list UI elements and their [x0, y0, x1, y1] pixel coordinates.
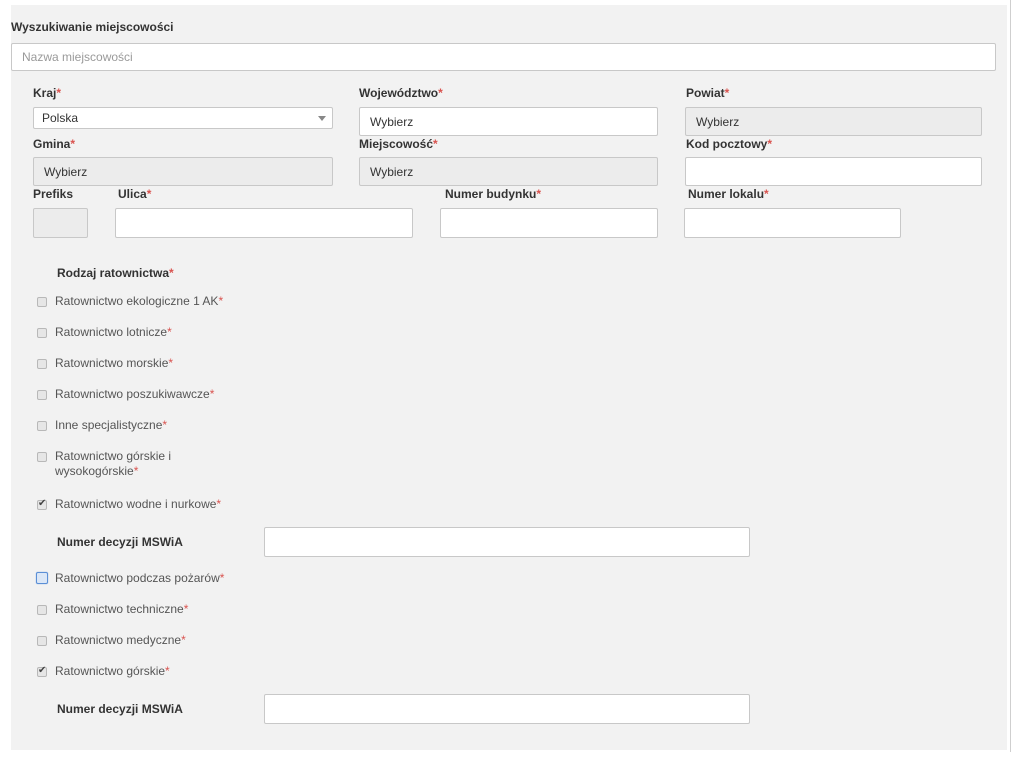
- building-number-input[interactable]: [440, 208, 658, 238]
- search-placeholder: Nazwa miejscowości: [22, 50, 133, 64]
- country-value: Polska: [42, 111, 79, 125]
- unit-number-label: Numer lokalu*: [688, 187, 769, 201]
- voivodeship-select[interactable]: Wybierz: [359, 107, 658, 136]
- commune-label: Gmina*: [33, 137, 76, 151]
- decision-number-label-1: Numer decyzji MSWiA: [57, 535, 183, 549]
- rescue-water-diving-label: Ratownictwo wodne i nurkowe*: [55, 497, 222, 511]
- rescue-ecological-checkbox[interactable]: [37, 297, 47, 307]
- commune-select[interactable]: Wybierz: [33, 157, 333, 186]
- county-value: Wybierz: [696, 114, 740, 129]
- search-title: Wyszukiwanie miejscowości: [11, 20, 174, 34]
- voivodeship-value: Wybierz: [370, 114, 414, 129]
- rescue-maritime-label: Ratownictwo morskie*: [55, 356, 174, 370]
- chevron-down-icon: [318, 116, 326, 121]
- rescue-mountain-high-label: Ratownictwo górskie i wysokogórskie*: [55, 449, 172, 478]
- decision-number-input-1[interactable]: [264, 527, 750, 557]
- rescue-search-label: Ratownictwo poszukiwawcze*: [55, 387, 215, 401]
- page-divider: [1010, 0, 1011, 752]
- rescue-aviation-label: Ratownictwo lotnicze*: [55, 325, 172, 339]
- commune-value: Wybierz: [44, 164, 88, 179]
- rescue-fire-checkbox[interactable]: [36, 572, 48, 584]
- rescue-other-specialist-checkbox[interactable]: [37, 421, 47, 431]
- locality-label: Miejscowość*: [359, 137, 438, 151]
- country-label: Kraj*: [33, 86, 62, 100]
- rescue-water-diving-checkbox[interactable]: [37, 498, 47, 510]
- rescue-fire-label: Ratownictwo podczas pożarów*: [55, 571, 225, 585]
- rescue-maritime-checkbox[interactable]: [37, 359, 47, 369]
- rescue-technical-checkbox[interactable]: [37, 605, 47, 615]
- locality-select[interactable]: Wybierz: [359, 157, 658, 186]
- rescue-search-checkbox[interactable]: [37, 390, 47, 400]
- rescue-type-title: Rodzaj ratownictwa*: [57, 266, 174, 280]
- street-input[interactable]: [115, 208, 413, 238]
- prefix-input[interactable]: [33, 208, 88, 238]
- voivodeship-label: Województwo*: [359, 86, 443, 100]
- postal-code-label: Kod pocztowy*: [686, 137, 772, 151]
- rescue-mountain-label: Ratownictwo górskie*: [55, 664, 170, 678]
- rescue-technical-label: Ratownictwo techniczne*: [55, 602, 189, 616]
- street-label: Ulica*: [118, 187, 152, 201]
- rescue-aviation-checkbox[interactable]: [37, 328, 47, 338]
- decision-number-input-2[interactable]: [264, 694, 750, 724]
- rescue-ecological-label: Ratownictwo ekologiczne 1 AK*: [55, 294, 224, 308]
- rescue-medical-label: Ratownictwo medyczne*: [55, 633, 186, 647]
- unit-number-input[interactable]: [684, 208, 901, 238]
- building-number-label: Numer budynku*: [445, 187, 542, 201]
- county-select[interactable]: Wybierz: [685, 107, 982, 136]
- county-label: Powiat*: [686, 86, 730, 100]
- search-input[interactable]: Nazwa miejscowości: [11, 43, 996, 71]
- rescue-other-specialist-label: Inne specjalistyczne*: [55, 418, 168, 432]
- locality-value: Wybierz: [370, 164, 414, 179]
- rescue-mountain-high-checkbox[interactable]: [37, 452, 47, 462]
- prefix-label: Prefiks: [33, 187, 74, 201]
- country-select[interactable]: Polska: [33, 107, 333, 129]
- rescue-mountain-checkbox[interactable]: [37, 665, 47, 677]
- rescue-medical-checkbox[interactable]: [37, 636, 47, 646]
- decision-number-label-2: Numer decyzji MSWiA: [57, 702, 183, 716]
- postal-code-input[interactable]: [685, 157, 982, 186]
